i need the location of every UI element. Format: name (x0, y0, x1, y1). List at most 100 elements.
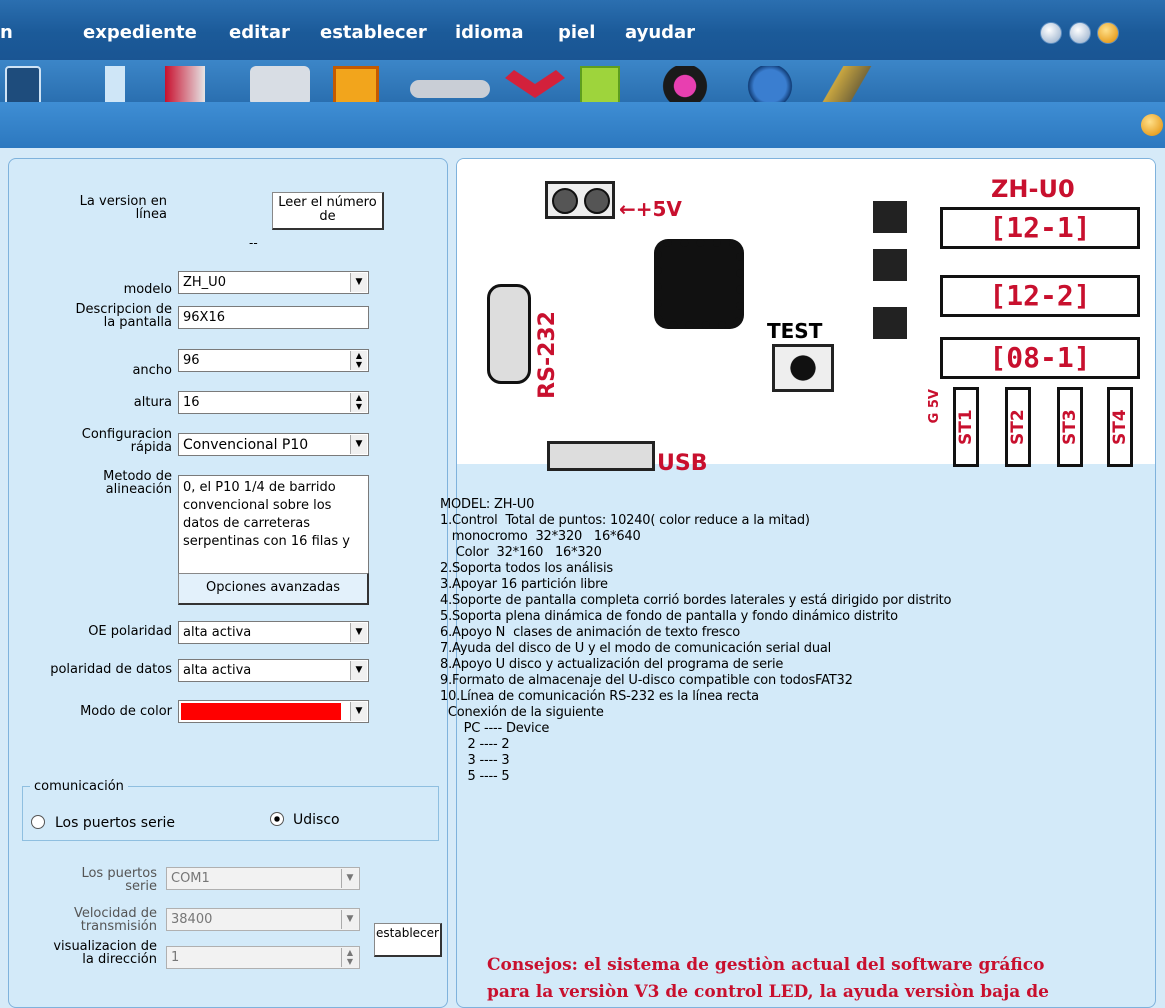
rs232-label: RS-232 (535, 311, 560, 399)
description-input[interactable]: 96X16 (178, 306, 369, 329)
baud-select[interactable]: 38400 ▼ (166, 908, 360, 931)
power-terminal-icon (545, 181, 615, 219)
alignment-textbox[interactable]: 0, el P10 1/4 de barrido convencional so… (178, 475, 369, 575)
close-icon[interactable] (1097, 22, 1119, 44)
chevron-down-icon: ▼ (350, 702, 367, 721)
chart-icon[interactable] (580, 66, 620, 102)
menu-bar: n expediente editar establecer idioma pi… (0, 0, 1165, 60)
heart-icon[interactable] (505, 70, 565, 98)
ic-icon (873, 307, 907, 339)
header-st4: ST4 (1107, 387, 1133, 467)
read-version-button[interactable]: Leer el número de (272, 192, 384, 230)
cloud-icon[interactable] (410, 80, 490, 98)
tips-text-2: para la versiòn V3 de control LED, la ay… (487, 982, 1049, 1002)
menu-skin[interactable]: piel (558, 22, 595, 43)
height-label: altura (133, 395, 172, 410)
model-select[interactable]: ZH_U0 ▼ (178, 271, 369, 294)
toolbar (0, 60, 1165, 102)
height-stepper[interactable]: 16 ▲ ▼ (178, 391, 369, 414)
data-polarity-label: polaridad de datos (50, 662, 172, 677)
usb-label: USB (657, 451, 708, 476)
chevron-down-icon: ▼ (341, 869, 358, 888)
open-icon[interactable] (5, 66, 41, 102)
width-value: 96 (183, 353, 200, 368)
address-label: visualizacion de la dirección (53, 939, 157, 967)
usb-port-icon (547, 441, 655, 471)
advanced-options-button[interactable]: Opciones avanzadas (178, 573, 369, 605)
version-value: -- (249, 236, 258, 250)
minimize-icon[interactable] (1040, 22, 1062, 44)
port-12-2: [12-2] (940, 275, 1140, 317)
power-label: ←+5V (619, 197, 682, 221)
tools-icon[interactable] (815, 66, 885, 102)
color-wheel-icon[interactable] (655, 66, 715, 102)
set-button[interactable]: establecer (374, 923, 442, 957)
port-12-1: [12-1] (940, 207, 1140, 249)
board-diagram: ←+5V RS-232 TEST USB ZH-U0 [12-1] [12-2]… (457, 159, 1155, 476)
quick-config-select[interactable]: Convencional P10 ▼ (178, 433, 369, 456)
communication-group (22, 786, 439, 841)
restore-icon[interactable] (1069, 22, 1091, 44)
board-title: ZH-U0 (991, 175, 1075, 203)
page-icon[interactable] (105, 66, 125, 102)
panel-close-icon[interactable] (1141, 114, 1163, 136)
test-button-icon (772, 344, 834, 392)
width-stepper[interactable]: 96 ▲ ▼ (178, 349, 369, 372)
chevron-down-icon: ▼ (350, 623, 367, 642)
spin-arrows-icon[interactable]: ▲ ▼ (341, 948, 358, 967)
description-label: Descripcion de la pantalla (75, 302, 172, 330)
menu-file[interactable]: expediente (83, 22, 197, 43)
header-st1: ST1 (953, 387, 979, 467)
hourglass-icon[interactable] (333, 66, 379, 102)
udisk-radio[interactable] (270, 812, 284, 826)
address-value: 1 (171, 950, 180, 965)
alignment-label: Metodo de alineación (103, 469, 172, 497)
chevron-down-icon: ▼ (350, 435, 367, 454)
clock-icon[interactable] (250, 66, 310, 102)
baud-value: 38400 (171, 912, 213, 927)
serial-radio[interactable] (31, 815, 45, 829)
model-value: ZH_U0 (183, 275, 226, 290)
oe-polarity-label: OE polaridad (88, 624, 172, 639)
menu-item-partial[interactable]: n (0, 22, 13, 43)
height-value: 16 (183, 395, 200, 410)
chip-icon (654, 239, 744, 329)
chevron-down-icon: ▼ (341, 910, 358, 929)
test-label: TEST (767, 319, 823, 343)
spin-arrows-icon[interactable]: ▲ ▼ (350, 351, 367, 370)
serial-radio-label[interactable]: Los puertos serie (55, 815, 175, 831)
color-swatch (181, 703, 341, 720)
data-polarity-select[interactable]: alta activa ▼ (178, 659, 369, 682)
color-mode-label: Modo de color (80, 704, 172, 719)
oe-polarity-select[interactable]: alta activa ▼ (178, 621, 369, 644)
gnd-5v-label: G 5V (927, 389, 942, 424)
model-info-text: MODEL: ZH-U0 1.Control Total de puntos: … (440, 497, 952, 784)
port-select[interactable]: COM1 ▼ (166, 867, 360, 890)
quick-config-value: Convencional P10 (183, 437, 309, 453)
address-stepper[interactable]: 1 ▲ ▼ (166, 946, 360, 969)
width-label: ancho (132, 363, 172, 378)
spin-arrows-icon[interactable]: ▲ ▼ (350, 393, 367, 412)
port-08-1: [08-1] (940, 337, 1140, 379)
clock-red-icon[interactable] (165, 66, 205, 102)
version-label: La version en línea (79, 194, 167, 222)
baud-label: Velocidad de transmisión (73, 906, 157, 934)
menu-language[interactable]: idioma (455, 22, 524, 43)
serial-port-icon (487, 284, 531, 384)
color-mode-select[interactable]: ▼ (178, 700, 369, 723)
chevron-down-icon: ▼ (350, 661, 367, 680)
globe-icon[interactable] (740, 66, 800, 102)
menu-help[interactable]: ayudar (625, 22, 695, 43)
oe-polarity-value: alta activa (183, 625, 252, 640)
header-st2: ST2 (1005, 387, 1031, 467)
menu-settings[interactable]: establecer (320, 22, 427, 43)
menu-edit[interactable]: editar (229, 22, 290, 43)
model-label: modelo (123, 282, 172, 297)
udisk-radio-label[interactable]: Udisco (293, 812, 340, 828)
data-polarity-value: alta activa (183, 663, 252, 678)
chevron-down-icon: ▼ (350, 273, 367, 292)
header-st3: ST3 (1057, 387, 1083, 467)
port-value: COM1 (171, 871, 210, 886)
port-label: Los puertos serie (81, 866, 157, 894)
communication-legend: comunicación (30, 779, 128, 794)
